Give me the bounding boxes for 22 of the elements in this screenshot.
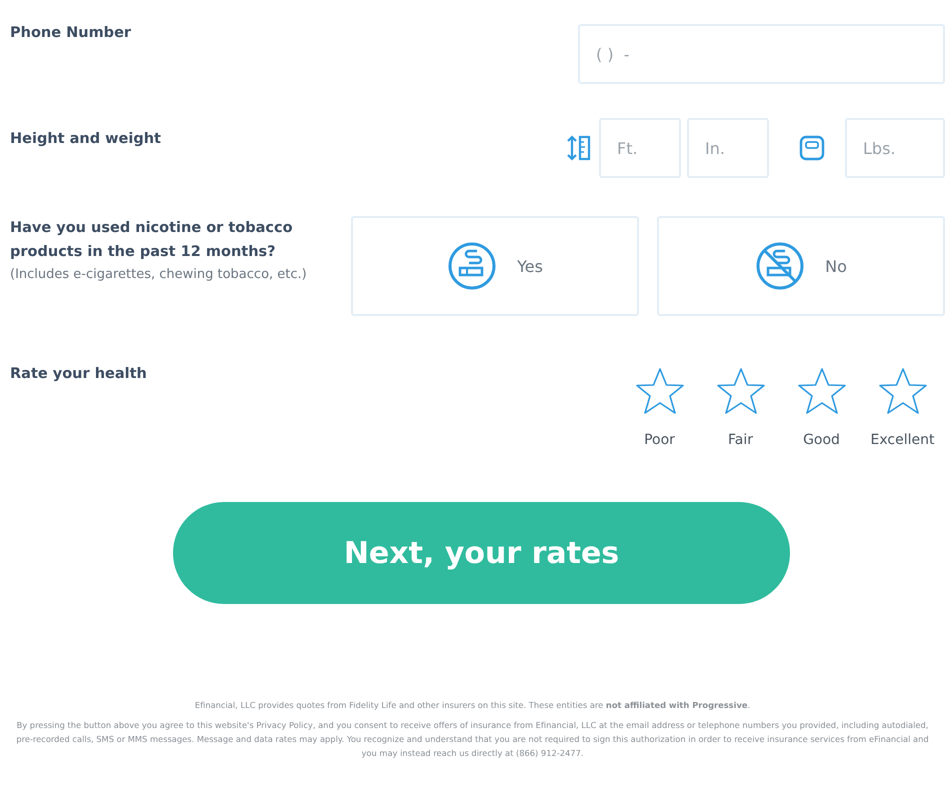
height-ruler-icon [565,134,593,162]
rating-label: Excellent [870,432,934,448]
weight-input[interactable]: Lbs. [845,118,945,178]
question-text: Have you used nicotine or tobacco products in the past 12 months? [10,219,294,262]
field-label: Rate your health [9,366,147,382]
rating-label: Poor [644,432,675,448]
field-label: Height and weight [9,131,161,147]
phone-input[interactable]: ( ) - [578,24,945,84]
rating-label: Good [803,432,840,448]
no-smoking-icon [755,241,806,291]
inches-input[interactable]: In. [687,118,769,178]
next-button[interactable]: Next, your rates [173,502,790,604]
question-note: (Includes e-cigarettes, chewing tobacco, etc.) [10,266,308,284]
scale-icon [799,135,825,161]
disclaimer-text: Efinancial, LLC provides quotes from Fidelity Life and other insurers on this site. These entities are not affiliated with Progressive. [194,699,752,712]
consent-text: By pressing the button above you agree to this website's Privacy Policy, and you consent to receive offers of insurance from Efinancial, LLC at the email address or telephone numbers you provided, including autodialed, pre-recorded calls, SMS or MMS messages. Message and data rates may apply. You recognize and understand that you are not required to sign this authorization in order to receive insurance services from eFinancial and you may instead reach us directly at (866) 912-2477. [15,719,930,760]
answer-option[interactable]: Yes [351,216,639,316]
feet-input[interactable]: Ft. [599,118,681,178]
cigarette-icon [447,241,498,291]
rating-label: Fair [728,432,753,448]
field-label: Phone Number [9,25,132,41]
answer-option[interactable]: No [657,216,945,316]
